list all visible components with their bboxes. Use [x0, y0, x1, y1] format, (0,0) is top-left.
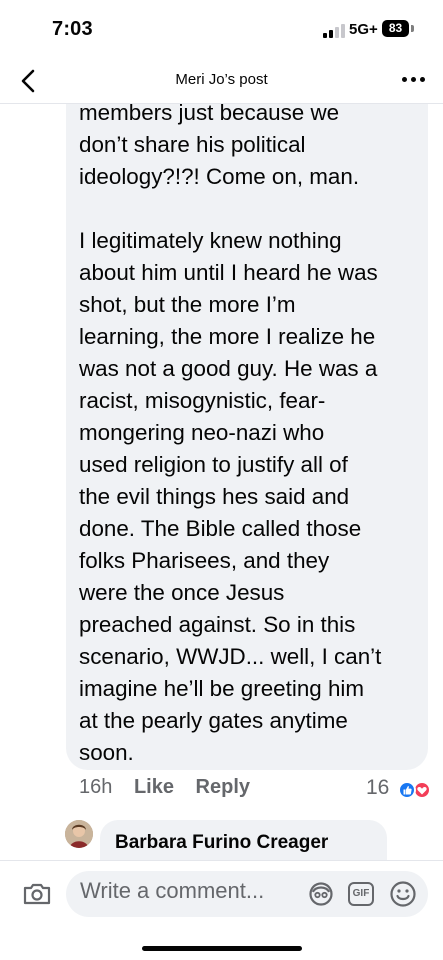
- nav-bar: Meri Jo’s post: [0, 58, 443, 104]
- gif-icon[interactable]: GIF: [348, 882, 374, 906]
- like-button[interactable]: Like: [134, 776, 174, 799]
- emoji-icon[interactable]: [389, 880, 417, 908]
- page-title: Meri Jo’s post: [175, 71, 268, 88]
- like-reaction-icon[interactable]: [398, 781, 416, 799]
- avatar-sticker-icon[interactable]: [308, 881, 334, 907]
- comment-line: used religion to justify all of: [79, 452, 348, 477]
- comment-line: about him until I heard he was: [79, 260, 378, 285]
- comment-line: folks Pharisees, and they: [79, 548, 330, 573]
- battery-tip: [411, 25, 414, 32]
- network-type: 5G+: [349, 21, 378, 38]
- comment-line: imagine he’ll be greeting him: [79, 676, 365, 701]
- comment-line: were the once Jesus: [79, 580, 285, 605]
- comment-line: racist, misogynistic, fear-: [79, 388, 326, 413]
- comment-line: done. The Bible called those: [79, 516, 362, 541]
- signal-icon: [323, 24, 345, 38]
- comment-line: preached against. So in this: [79, 612, 356, 637]
- status-time: 7:03: [52, 18, 93, 40]
- comment-line: shot, but the more I’m: [79, 292, 296, 317]
- reply-author-name[interactable]: Barbara Furino Creager: [115, 832, 328, 854]
- battery-icon: 83: [382, 20, 409, 37]
- comment-input-placeholder[interactable]: Write a comment...: [80, 878, 264, 904]
- comment-line: I legitimately knew nothing: [79, 228, 342, 253]
- comment-line: soon.: [79, 740, 134, 765]
- home-indicator: [142, 946, 302, 951]
- more-horizontal-icon[interactable]: [400, 75, 428, 85]
- reply-button[interactable]: Reply: [196, 776, 250, 799]
- comment-line: at the pearly gates anytime: [79, 708, 348, 733]
- avatar[interactable]: [65, 820, 93, 848]
- comment-time[interactable]: 16h: [79, 776, 112, 799]
- comment-line: scenario, WWJD... well, I can’t: [79, 644, 382, 669]
- comment-line: ideology?!?! Come on, man.: [79, 164, 360, 189]
- comment-line: don’t share his political: [79, 132, 306, 157]
- comment-line: mongering neo-nazi who: [79, 420, 325, 445]
- reaction-count[interactable]: 16: [366, 776, 389, 800]
- comment-text: members just because we don’t share his …: [79, 97, 424, 769]
- camera-icon[interactable]: [22, 882, 52, 906]
- status-bar: 7:03 5G+ 83: [0, 0, 443, 58]
- comment-line: was not a good guy. He was a: [79, 356, 378, 381]
- comment-line: the evil things hes said and: [79, 484, 350, 509]
- comment-actions: 16h Like Reply: [79, 776, 266, 806]
- comment-line: learning, the more I realize he: [79, 324, 376, 349]
- comment-composer: Write a comment... GIF: [0, 860, 443, 960]
